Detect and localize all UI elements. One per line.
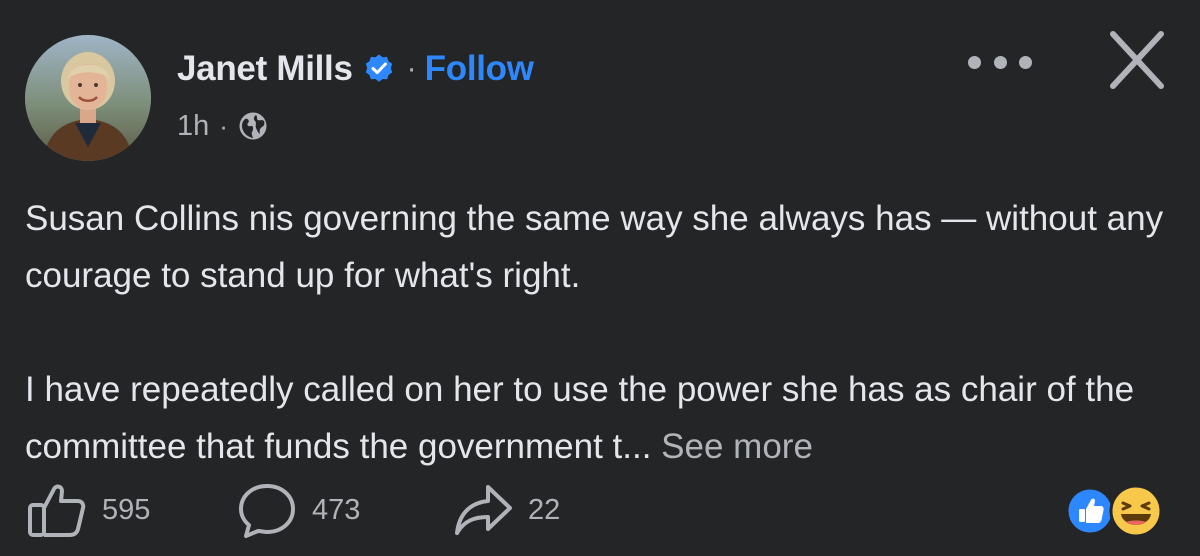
post-timestamp[interactable]: 1h	[177, 110, 209, 143]
more-options-icon[interactable]	[968, 44, 1032, 80]
author-name[interactable]: Janet Mills	[177, 49, 353, 89]
more-dot	[1019, 55, 1032, 69]
see-more-link[interactable]: See more	[661, 427, 813, 466]
post-card: Janet Mills · Follow 1h · Susan Collins …	[0, 0, 1200, 556]
verified-badge-icon	[365, 54, 392, 82]
comment-button[interactable]: 473	[236, 478, 360, 542]
share-button[interactable]: 22	[452, 478, 560, 542]
share-arrow-icon	[455, 485, 512, 535]
comment-bubble-icon	[239, 484, 295, 538]
haha-reaction-icon	[1109, 484, 1163, 538]
post-paragraph-2: I have repeatedly called on her to use t…	[25, 361, 1185, 475]
author-avatar[interactable]	[25, 35, 151, 161]
share-count: 22	[528, 493, 561, 526]
author-row: Janet Mills · Follow	[177, 46, 534, 92]
name-separator: ·	[406, 52, 417, 85]
follow-button[interactable]: Follow	[425, 49, 534, 89]
post-paragraph-2-text: I have repeatedly called on her to use t…	[25, 370, 1135, 466]
comment-count: 473	[312, 493, 361, 526]
post-meta: 1h ·	[177, 104, 268, 148]
like-button[interactable]: 595	[26, 478, 150, 542]
like-reaction-icon	[1065, 486, 1115, 536]
globe-icon	[239, 112, 267, 140]
thumbs-up-icon	[28, 484, 86, 537]
meta-separator: ·	[219, 110, 228, 141]
post-paragraph-1: Susan Collins nis governing the same way…	[25, 199, 1164, 295]
reactions-summary[interactable]	[1060, 480, 1170, 540]
more-dot	[993, 55, 1007, 69]
like-count: 595	[102, 493, 151, 526]
close-icon[interactable]	[1105, 30, 1169, 90]
post-body: Susan Collins nis governing the same way…	[25, 190, 1185, 475]
more-dot	[968, 55, 981, 69]
avatar-photo	[25, 35, 151, 161]
